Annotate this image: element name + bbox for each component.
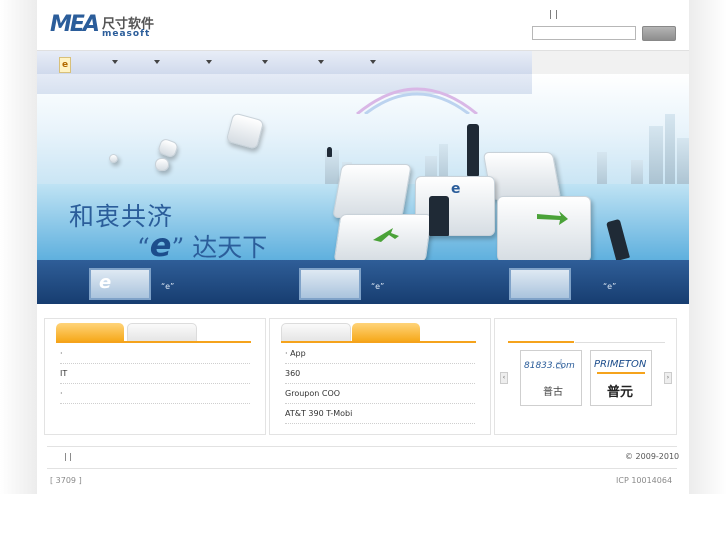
search-input[interactable]: [532, 26, 636, 40]
footer-copyright: © 2009-2010: [625, 452, 680, 461]
businessman-laptop-figure: [429, 196, 449, 236]
list-item[interactable]: AT&T 390 T-Mobi: [285, 404, 475, 424]
floating-cube: [109, 154, 118, 163]
keyboard-key: [497, 196, 591, 260]
feature-thumb-2[interactable]: [299, 268, 361, 300]
nav-item-2-chevron-down-icon[interactable]: [154, 60, 160, 64]
list-item[interactable]: ·: [60, 384, 250, 404]
list-item[interactable]: IT: [60, 364, 250, 384]
box1-tab-1[interactable]: [56, 323, 124, 341]
page-shadow-right: [689, 0, 727, 494]
prev-arrow-icon[interactable]: ‹: [500, 372, 508, 384]
logo[interactable]: MEA 尺寸软件 measoft: [50, 12, 160, 40]
nav-item-6-chevron-down-icon[interactable]: [370, 60, 376, 64]
partner-logo-81833[interactable]: 81833.com ☝ 普古: [520, 350, 582, 406]
nav-item-1-chevron-down-icon[interactable]: [112, 60, 118, 64]
news-box-2: · App 360 Groupon COO AT&T 390 T-Mobi: [269, 318, 491, 435]
e-logo-icon: e: [99, 272, 112, 293]
partner-1-sub: 普古: [543, 387, 563, 398]
green-arrow-icon: [537, 211, 568, 225]
nav-bar: e: [37, 51, 532, 75]
partners-divider: [575, 342, 665, 343]
partners-box: ‹ 81833.com ☝ 普古 PRIMETON 普元 ›: [494, 318, 677, 435]
top-links[interactable]: | |: [549, 10, 558, 20]
main-nav: e: [37, 50, 689, 76]
svg-text:e: e: [451, 181, 461, 196]
box2-tab-underline: [281, 341, 476, 343]
slogan-rest: 达天下: [192, 233, 268, 260]
floating-cube: [156, 137, 180, 159]
green-arrow-icon: [373, 228, 399, 242]
partners-title-underline: [508, 341, 574, 343]
page-shadow-left: [0, 0, 37, 494]
businessman-figure: [467, 124, 479, 176]
feature-thumb-3[interactable]: [509, 268, 571, 300]
nav-item-3-chevron-down-icon[interactable]: [206, 60, 212, 64]
partner-1-name: 81833.com: [524, 361, 575, 371]
next-arrow-icon[interactable]: ›: [664, 372, 672, 384]
partner-logo-primeton[interactable]: PRIMETON 普元: [590, 350, 652, 406]
banner-slogan-line2: “e” 达天下: [137, 226, 267, 260]
floating-cube: [155, 158, 169, 171]
nav-item-5-chevron-down-icon[interactable]: [318, 60, 324, 64]
list-item[interactable]: ·: [60, 344, 250, 364]
hand-cursor-icon: ☝: [555, 357, 564, 373]
rainbow-arc-icon: [356, 87, 478, 114]
box2-tab-2[interactable]: [352, 323, 420, 341]
nav-home-e-icon[interactable]: e: [59, 57, 71, 73]
logo-en: measoft: [102, 29, 151, 39]
box1-tab-underline: [56, 341, 251, 343]
nav-item-4-chevron-down-icon[interactable]: [262, 60, 268, 64]
floating-cube: [225, 112, 265, 150]
list-item[interactable]: Groupon COO: [285, 384, 475, 404]
feature-label-2[interactable]: “e”: [371, 282, 384, 291]
list-item[interactable]: · App: [285, 344, 475, 364]
box2-tab-1[interactable]: [281, 323, 351, 343]
partner-2-name: PRIMETON: [594, 359, 647, 370]
slogan-e: e: [149, 226, 172, 260]
footer-links[interactable]: | |: [64, 452, 72, 461]
search-button[interactable]: [642, 26, 676, 41]
feature-label-3[interactable]: “e”: [603, 282, 616, 291]
footer-divider-bottom: [47, 468, 677, 469]
hero-banner: e 和衷共济 “e” 达天下: [37, 74, 689, 260]
box1-tab-2[interactable]: [127, 323, 197, 343]
e-logo-icon: e: [451, 181, 461, 196]
distant-figure: [327, 147, 332, 157]
feature-thumb-1[interactable]: e: [89, 268, 151, 300]
news-box-1: · IT ·: [44, 318, 266, 435]
footer-info: [ 3709 ]: [50, 476, 82, 485]
keyboard-key: [332, 164, 412, 218]
page: MEA 尺寸软件 measoft | | e e 和衷共济 “e” 达天下 e …: [37, 0, 689, 494]
feature-label-1[interactable]: “e”: [161, 282, 174, 291]
logo-mark: MEA: [50, 12, 100, 37]
footer-icp[interactable]: ICP 10014064: [616, 476, 672, 485]
feature-strip: e “e” “e” “e”: [37, 260, 689, 304]
partner-2-sub: 普元: [607, 385, 634, 400]
slogan-quote-open: “: [137, 233, 150, 260]
list-item[interactable]: 360: [285, 364, 475, 384]
footer-divider-top: [47, 446, 677, 447]
partner-2-swoosh: [597, 372, 645, 374]
slogan-quote-close: ”: [171, 233, 185, 260]
